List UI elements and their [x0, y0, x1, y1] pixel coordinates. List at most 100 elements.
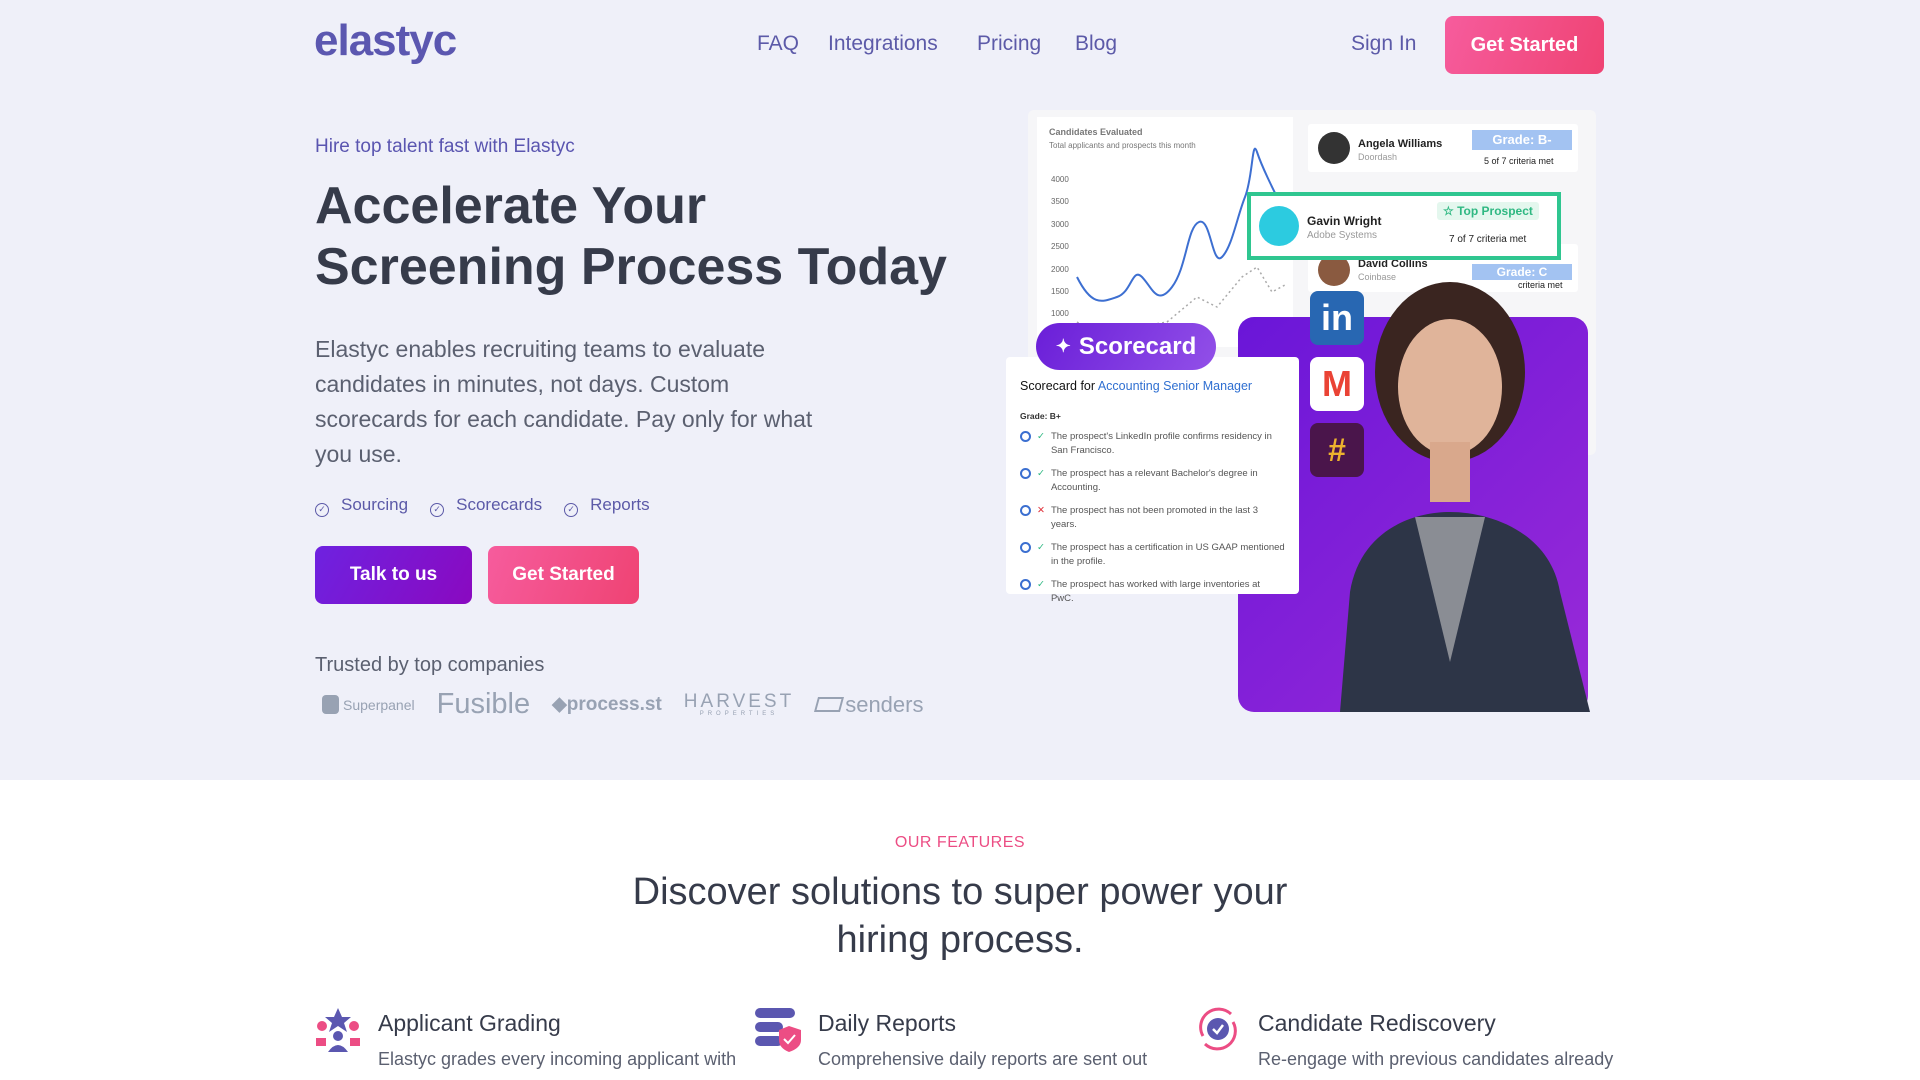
- timeline-dot-icon: [1020, 431, 1031, 442]
- criterion-item: ✓ The prospect has a certification in US …: [1020, 541, 1285, 569]
- candidate-company: Doordash: [1358, 152, 1398, 162]
- linkedin-icon: in: [1310, 291, 1364, 345]
- trusted-heading: Trusted by top companies: [315, 654, 545, 676]
- badge-label: Top Prospect: [1457, 204, 1533, 218]
- process-icon: ◆: [552, 694, 567, 715]
- check-reports: ✓ Reports: [564, 495, 650, 517]
- candidate-card-angela: Angela Williams Doordash Grade: B- 5 of …: [1308, 124, 1578, 172]
- badge-label: Scorecard: [1078, 332, 1197, 360]
- feature-daily-reports: Daily Reports Comprehensive daily report…: [755, 1006, 1175, 1069]
- criterion-item: ✓ The prospect has worked with large inve…: [1020, 578, 1285, 606]
- nav-blog[interactable]: Blog: [1075, 32, 1117, 56]
- senders-icon: [814, 697, 845, 712]
- x-icon: ✕: [1037, 505, 1045, 516]
- company-logos: Superpanel Fusible ◆process.st HARVEST PR…: [322, 688, 923, 721]
- candidate-name: Angela Williams: [1358, 138, 1443, 150]
- server-shield-icon: [755, 1008, 801, 1052]
- check-icon: ✓: [1037, 468, 1045, 479]
- feature-candidate-rediscovery: Candidate Rediscovery Re-engage with pre…: [1195, 1006, 1615, 1069]
- nav-pricing[interactable]: Pricing: [977, 32, 1041, 56]
- avatar: [1318, 132, 1350, 164]
- check-circle-icon: ✓: [564, 503, 579, 517]
- criteria-count: 7 of 7 criteria met: [1449, 234, 1527, 245]
- nav-integrations[interactable]: Integrations: [828, 32, 938, 56]
- avatar: [1259, 206, 1299, 246]
- check-label: Reports: [590, 495, 650, 514]
- criteria-count: 5 of 7 criteria met: [1484, 156, 1554, 166]
- slack-icon: #: [1310, 423, 1364, 477]
- title-line-1: Accelerate Your: [315, 177, 707, 235]
- users-star-icon: [316, 1008, 360, 1052]
- feature-title: Candidate Rediscovery: [1258, 1010, 1496, 1036]
- talk-to-us-button[interactable]: Talk to us: [315, 546, 472, 604]
- timeline-dot-icon: [1020, 542, 1031, 553]
- role-name: Accounting Senior Manager: [1097, 379, 1253, 393]
- feature-applicant-grading: Applicant Grading Elastyc grades every i…: [315, 1006, 736, 1069]
- feature-desc: Elastyc grades every incoming applicant …: [378, 1049, 737, 1069]
- feature-title: Applicant Grading: [378, 1010, 561, 1036]
- logo-superpanel: Superpanel: [322, 695, 415, 714]
- nav-faq[interactable]: FAQ: [757, 32, 799, 56]
- check-icon: ✓: [1037, 431, 1045, 442]
- check-scorecards: ✓ Scorecards: [430, 495, 542, 517]
- logo-text: senders: [845, 691, 924, 717]
- criteria-list: ✓ The prospect's LinkedIn profile confirm…: [1020, 430, 1285, 606]
- features-title: Discover solutions to super power your hi…: [0, 868, 1920, 964]
- criterion-text: The prospect has a relevant Bachelor's d…: [1050, 468, 1258, 493]
- feature-desc: Re-engage with previous candidates alrea…: [1258, 1049, 1614, 1069]
- title-line-2: Screening Process Today: [315, 238, 947, 296]
- timeline-dot-icon: [1020, 579, 1031, 590]
- candidate-name: Gavin Wright: [1307, 214, 1382, 228]
- timeline-dot-icon: [1020, 505, 1031, 516]
- feature-checks: ✓ Sourcing ✓ Scorecards ✓ Reports: [315, 495, 650, 517]
- check-circle-icon: ✓: [315, 503, 329, 517]
- superpanel-icon: [322, 695, 339, 714]
- candidate-card-gavin: Gavin Wright Adobe Systems ☆ Top Prospec…: [1247, 192, 1561, 260]
- logo-fusible: Fusible: [436, 688, 531, 720]
- criterion-item: ✓ The prospect's LinkedIn profile confirm…: [1020, 430, 1285, 458]
- scorecard-heading: Scorecard for Accounting Senior Manager: [1020, 379, 1285, 393]
- scorecard-for: Scorecard for: [1020, 379, 1096, 393]
- check-sourcing: ✓ Sourcing: [315, 495, 408, 517]
- logo[interactable]: elastyc: [314, 16, 457, 66]
- logo-senders: senders: [814, 691, 924, 718]
- logo-process-st: ◆process.st: [552, 693, 662, 716]
- check-circle-icon: ✓: [430, 503, 445, 517]
- logo-subtext: PROPERTIES: [699, 711, 779, 717]
- check-label: Sourcing: [341, 495, 409, 514]
- timeline-dot-icon: [1020, 468, 1031, 479]
- candidate-company: Adobe Systems: [1307, 230, 1378, 241]
- scorecard-panel: Scorecard for Accounting Senior Manager …: [1006, 357, 1299, 604]
- title-line-2: hiring process.: [836, 919, 1084, 961]
- page-title: Accelerate Your Screening Process Today: [315, 176, 955, 298]
- sign-in-link[interactable]: Sign In: [1351, 32, 1416, 56]
- hero-description: Elastyc enables recruiting teams to eval…: [315, 336, 813, 467]
- header-get-started-button[interactable]: Get Started: [1445, 16, 1604, 74]
- top-prospect-badge: ☆ Top Prospect: [1437, 202, 1539, 220]
- star-icon: ☆: [1443, 204, 1458, 218]
- hero-section: [0, 0, 1920, 780]
- logo-harvest: HARVEST PROPERTIES: [684, 692, 794, 717]
- hero-eyebrow: Hire top talent fast with Elastyc: [315, 136, 575, 157]
- criterion-text: The prospect has worked with large inven…: [1050, 579, 1261, 604]
- sparkles-icon: ✦: [1055, 336, 1071, 356]
- criterion-item: ✓ The prospect has a relevant Bachelor's …: [1020, 467, 1285, 495]
- scorecard-grade: Grade: B+: [1020, 411, 1061, 421]
- logo-text: process.st: [566, 694, 662, 715]
- hero-get-started-button[interactable]: Get Started: [488, 546, 639, 604]
- check-icon: ✓: [1037, 542, 1045, 553]
- criterion-text: The prospect's LinkedIn profile confirms…: [1050, 431, 1272, 456]
- check-icon: ✓: [1037, 579, 1045, 590]
- logo-text: HARVEST: [683, 691, 795, 712]
- criterion-text: The prospect has a certification in US G…: [1050, 542, 1285, 567]
- title-line-1: Discover solutions to super power your: [632, 871, 1288, 913]
- check-label: Scorecards: [456, 495, 543, 514]
- grade-badge: Grade: B-: [1472, 130, 1572, 150]
- features-eyebrow: OUR FEATURES: [894, 834, 1026, 851]
- scorecard-badge: ✦ Scorecard: [1036, 323, 1216, 370]
- criterion-item: ✕ The prospect has not been promoted in t…: [1020, 504, 1285, 532]
- refresh-check-icon: [1199, 1007, 1237, 1051]
- feature-desc: Comprehensive daily reports are sent out: [818, 1049, 1148, 1069]
- logo-text: Superpanel: [343, 696, 415, 713]
- feature-title: Daily Reports: [818, 1010, 957, 1036]
